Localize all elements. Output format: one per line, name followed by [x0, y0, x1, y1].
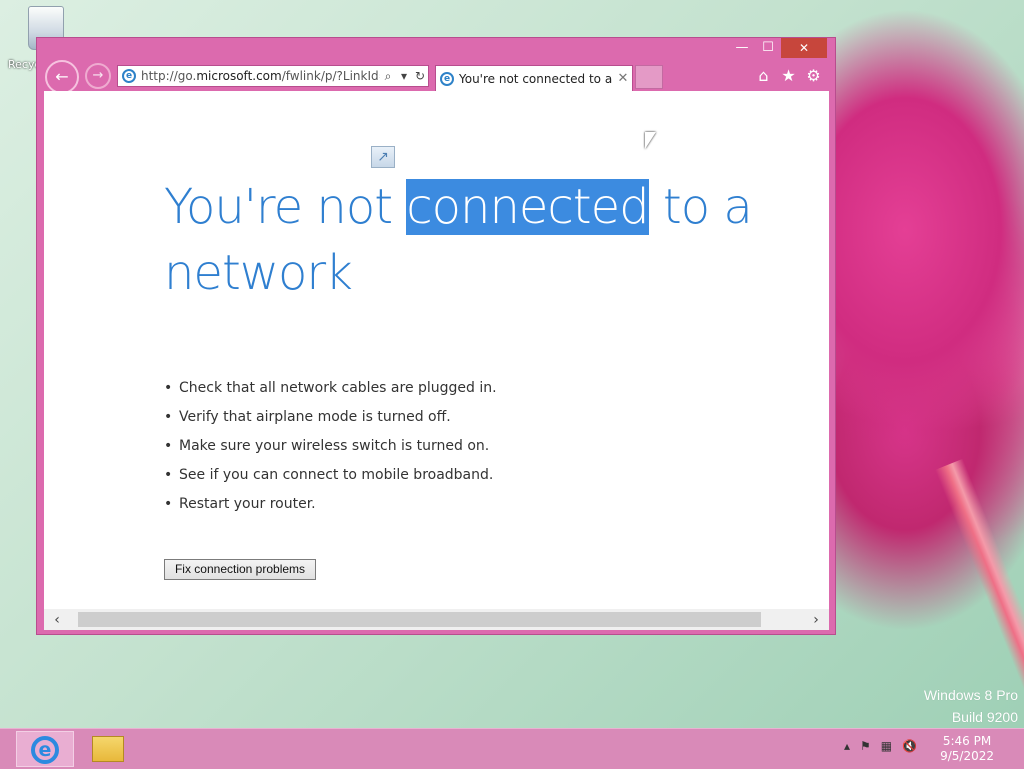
browser-toolbar: ⌂ ★ ⚙: [754, 66, 823, 85]
taskbar: e ▴ ⚑ ▦ 🔇 5:46 PM 9/5/2022: [0, 728, 1024, 769]
ie-icon: e: [31, 736, 59, 764]
minimize-button[interactable]: —: [729, 38, 755, 58]
page-title: You're not connected to a network: [164, 174, 784, 306]
star-icon[interactable]: ★: [779, 66, 798, 85]
ie-icon: e: [122, 69, 136, 83]
clock-time: 5:46 PM: [942, 734, 992, 748]
scroll-thumb[interactable]: [78, 612, 761, 627]
headline-selected: connected: [406, 179, 650, 235]
tab-active[interactable]: e You're not connected to a ... ✕: [435, 65, 633, 91]
new-tab-button[interactable]: [635, 65, 663, 89]
action-center-flag-icon[interactable]: ⚑: [860, 739, 871, 753]
list-item: Restart your router.: [164, 496, 497, 525]
address-bar[interactable]: e http://go.microsoft.com/fwlink/p/?Link…: [117, 65, 429, 87]
system-tray: ▴ ⚑ ▦ 🔇: [844, 739, 917, 753]
url-suffix: /fwlink/p/?LinkId=2: [281, 69, 380, 83]
url-domain: microsoft.com: [196, 69, 282, 83]
mouse-pointer-icon: [645, 132, 656, 149]
file-explorer-icon[interactable]: [92, 736, 124, 762]
troubleshooting-list: Check that all network cables are plugge…: [164, 380, 497, 525]
headline-before: You're not: [164, 179, 407, 235]
horizontal-scrollbar[interactable]: ‹ ›: [44, 609, 829, 630]
refresh-icon[interactable]: ↻: [412, 69, 428, 83]
chevron-up-icon[interactable]: ▴: [844, 739, 850, 753]
taskbar-internet-explorer[interactable]: e: [16, 731, 74, 767]
address-url[interactable]: http://go.microsoft.com/fwlink/p/?LinkId…: [141, 69, 380, 83]
window-controls: — ☐ ✕: [729, 38, 827, 58]
url-prefix: http://go.: [141, 69, 197, 83]
list-item: Verify that airplane mode is turned off.: [164, 409, 497, 438]
scroll-track[interactable]: [70, 612, 803, 627]
watermark-build: Build 9200: [951, 709, 1018, 725]
clock-date: 9/5/2022: [940, 749, 994, 763]
close-button[interactable]: ✕: [781, 38, 827, 58]
list-item: Make sure your wireless switch is turned…: [164, 438, 497, 467]
home-icon[interactable]: ⌂: [754, 66, 773, 85]
browser-window: — ☐ ✕ ← → e http://go.microsoft.com/fwli…: [36, 37, 836, 635]
fix-connection-button[interactable]: Fix connection problems: [164, 559, 316, 580]
os-watermark: Windows 8 Pro Build 9200: [924, 684, 1018, 728]
tab-ie-icon: e: [440, 71, 454, 86]
list-item: See if you can connect to mobile broadba…: [164, 467, 497, 496]
broken-image-icon: ↗: [371, 146, 395, 168]
arrow-right-icon: →: [92, 68, 104, 83]
watermark-edition: Windows 8 Pro: [923, 687, 1018, 703]
forward-button[interactable]: →: [85, 63, 111, 89]
tab-title: You're not connected to a ...: [459, 71, 614, 86]
chevron-down-icon[interactable]: ▾: [396, 69, 412, 83]
maximize-button[interactable]: ☐: [755, 38, 781, 58]
system-clock[interactable]: 5:46 PM 9/5/2022: [940, 734, 994, 764]
volume-muted-icon[interactable]: 🔇: [902, 739, 917, 753]
arrow-left-icon: ←: [55, 67, 69, 86]
network-icon[interactable]: ▦: [881, 739, 892, 753]
scroll-right-icon[interactable]: ›: [803, 612, 829, 628]
page-content: ↗ You're not connected to a network Chec…: [44, 91, 829, 630]
scroll-left-icon[interactable]: ‹: [44, 612, 70, 628]
list-item: Check that all network cables are plugge…: [164, 380, 497, 409]
back-button[interactable]: ←: [45, 60, 79, 94]
tab-close-icon[interactable]: ✕: [614, 71, 632, 86]
search-icon[interactable]: ⌕: [380, 69, 396, 84]
gear-icon[interactable]: ⚙: [804, 66, 823, 85]
